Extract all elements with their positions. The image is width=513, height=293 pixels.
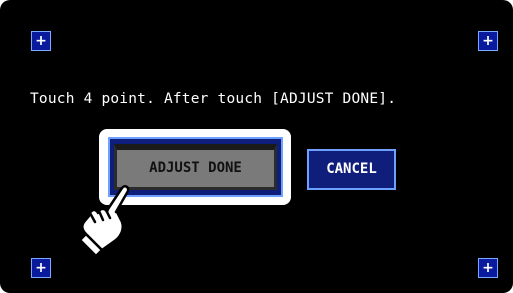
calibration-point-bottom-left[interactable]: + [31, 258, 51, 278]
cancel-button[interactable]: CANCEL [307, 149, 396, 190]
instruction-text: Touch 4 point. After touch [ADJUST DONE]… [30, 91, 397, 107]
calibration-point-top-right[interactable]: + [478, 31, 498, 51]
touch-calibration-screen: + + + + Touch 4 point. After touch [ADJU… [0, 0, 513, 293]
calibration-point-top-left[interactable]: + [31, 31, 51, 51]
calibration-point-bottom-right[interactable]: + [478, 258, 498, 278]
pointing-hand-icon [78, 185, 130, 258]
